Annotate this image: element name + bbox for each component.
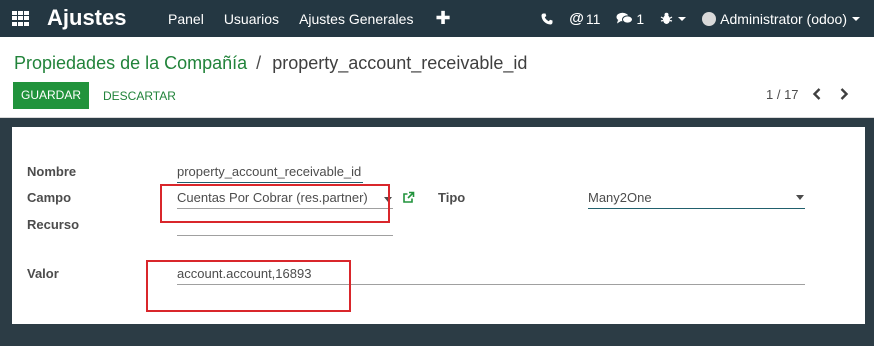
- discard-button[interactable]: DESCARTAR: [103, 89, 176, 103]
- mentions-count: 11: [585, 10, 601, 27]
- top-navbar: Ajustes Panel Usuarios Ajustes Generales…: [0, 0, 874, 37]
- name-field[interactable]: property_account_receivable_id: [177, 164, 363, 183]
- type-select[interactable]: Many2One: [588, 190, 805, 209]
- chevron-down-icon: [678, 16, 687, 21]
- bug-icon: [660, 12, 673, 24]
- form-sheet: [12, 127, 865, 324]
- apps-menu-icon[interactable]: [12, 11, 29, 26]
- field-highlight-box: [160, 184, 390, 223]
- app-title: Ajustes: [47, 5, 127, 30]
- messages-count: 1: [636, 10, 645, 27]
- chevron-down-icon[interactable]: [796, 195, 804, 200]
- menu-item-general-settings[interactable]: Ajustes Generales: [289, 11, 423, 27]
- field-label: Campo: [27, 190, 72, 205]
- menu-item-panel[interactable]: Panel: [158, 11, 214, 27]
- avatar: [702, 11, 717, 26]
- chevron-right-icon[interactable]: [838, 87, 850, 101]
- user-name: Administrator (odoo): [720, 10, 847, 27]
- external-link-icon[interactable]: [402, 191, 415, 204]
- menu-item-users[interactable]: Usuarios: [214, 11, 289, 27]
- breadcrumb: Propiedades de la Compañía / property_ac…: [14, 53, 527, 74]
- breadcrumb-current: property_account_receivable_id: [272, 53, 528, 73]
- save-button[interactable]: GUARDAR: [13, 82, 89, 109]
- value-highlight-box: [146, 260, 351, 312]
- user-menu[interactable]: Administrator (odoo): [694, 11, 868, 27]
- name-label: Nombre: [27, 164, 77, 179]
- phone-icon[interactable]: [533, 13, 561, 25]
- breadcrumb-parent-link[interactable]: Propiedades de la Compañía: [14, 53, 247, 73]
- breadcrumb-separator: /: [256, 53, 262, 73]
- main-menu: Panel Usuarios Ajustes Generales ✚: [158, 0, 463, 37]
- chevron-left-icon[interactable]: [811, 87, 823, 101]
- value-label: Valor: [27, 266, 59, 281]
- at-icon: @: [569, 10, 584, 27]
- debug-menu[interactable]: [652, 12, 694, 25]
- plus-icon[interactable]: ✚: [423, 8, 462, 29]
- mentions-button[interactable]: @ 11: [561, 10, 608, 27]
- resource-label: Recurso: [27, 217, 80, 232]
- pager-value[interactable]: 1 / 17: [766, 87, 799, 102]
- chevron-down-icon: [852, 16, 860, 21]
- chat-icon: [616, 12, 634, 24]
- type-label: Tipo: [438, 190, 466, 205]
- systray: @ 11 1 Administrator (odoo): [533, 0, 868, 37]
- messages-button[interactable]: 1: [608, 11, 652, 27]
